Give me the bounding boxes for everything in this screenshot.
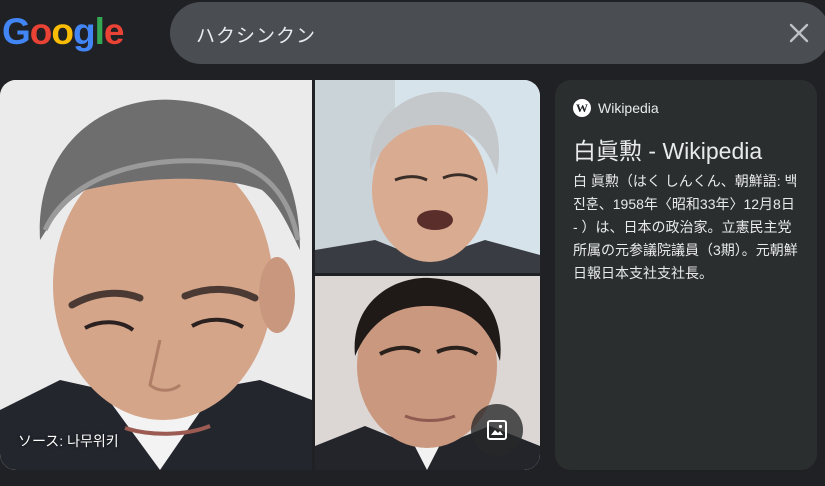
search-bar[interactable]: ハクシンクン (170, 2, 825, 64)
image-source-label: ソース: 나무위키 (18, 433, 119, 449)
source-name: Wikipedia (598, 100, 659, 116)
search-input[interactable]: ハクシンクン (196, 21, 316, 48)
clear-search-button[interactable] (788, 22, 810, 44)
wikipedia-icon: W (573, 99, 591, 117)
image-top-right[interactable] (315, 80, 540, 273)
image-main[interactable]: ソース: 나무위키 (0, 80, 312, 470)
image-gallery: ソース: 나무위키 (0, 80, 540, 470)
knowledge-card: W Wikipedia 白眞勲 - Wikipedia 白 眞勲（はく しんくん… (555, 80, 817, 470)
image-search-icon (487, 420, 507, 440)
search-image-button[interactable] (471, 404, 523, 456)
google-logo[interactable]: Google (2, 10, 124, 54)
result-title-link[interactable]: 白眞勲 - Wikipedia (573, 132, 762, 166)
result-snippet: 白 眞勲（はく しんくん、朝鮮語: 백진훈、1958年〈昭和33年〉12月8日 … (573, 173, 798, 281)
portrait-top-right (315, 80, 540, 273)
close-icon (789, 23, 809, 43)
portrait-main (0, 80, 312, 470)
